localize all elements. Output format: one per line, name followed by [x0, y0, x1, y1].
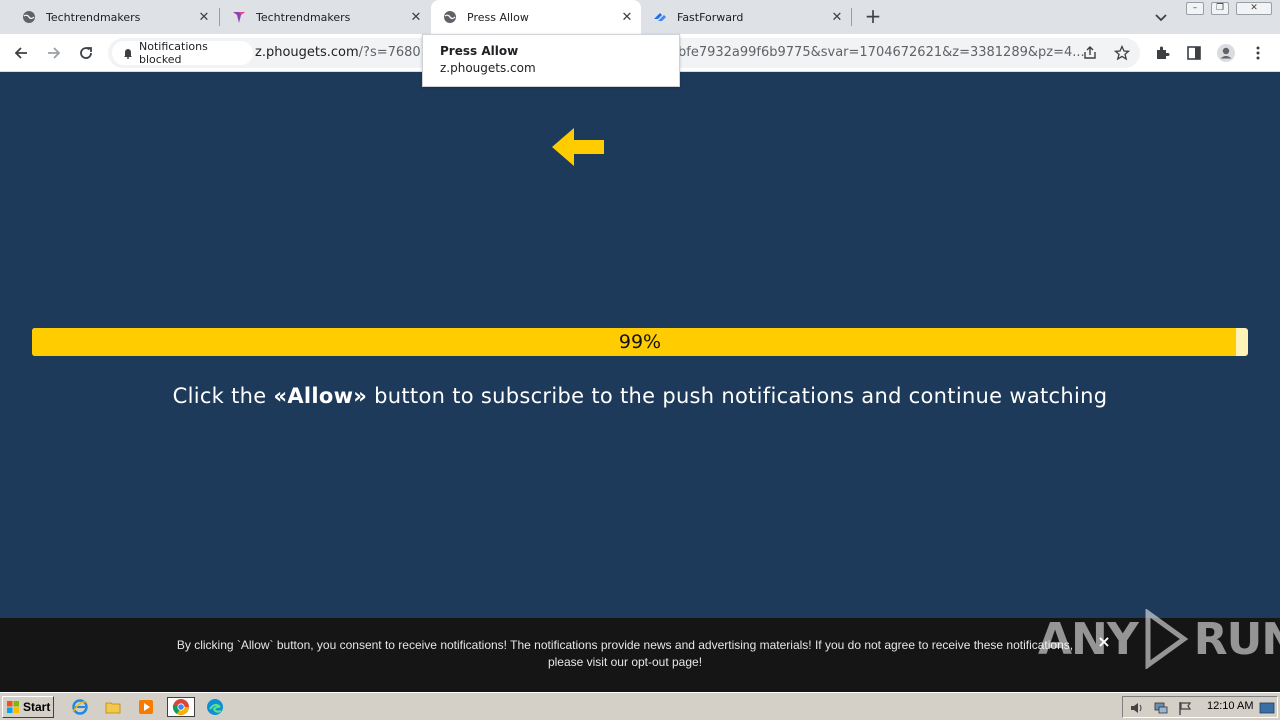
opt-out-link[interactable]: opt-out page	[631, 655, 698, 669]
consent-line-2-prefix: please visit our	[547, 655, 632, 669]
tab-press-allow[interactable]: Press Allow ✕	[431, 0, 641, 34]
watermark-left: ANY	[1038, 613, 1139, 665]
media-player-icon[interactable]	[135, 697, 157, 717]
restore-button[interactable]: ❐	[1211, 2, 1229, 15]
tab-separator	[851, 8, 852, 26]
globe-icon	[22, 10, 36, 24]
start-label: Start	[23, 700, 51, 714]
start-button[interactable]: Start	[2, 696, 54, 718]
tab-title: FastForward	[677, 10, 744, 24]
tab-title: Press Allow	[467, 10, 529, 24]
notifications-blocked-label: Notifications blocked	[139, 40, 208, 66]
back-button[interactable]	[10, 42, 32, 64]
tab-hover-tooltip: Press Allow z.phougets.com	[422, 34, 680, 87]
system-tray: 12:10 AM	[1122, 696, 1278, 718]
minimize-button[interactable]: –	[1186, 2, 1204, 15]
action-center-flag-icon[interactable]	[1177, 700, 1193, 720]
windows-flag-icon	[6, 700, 20, 714]
tab-techtrendmakers-2[interactable]: Techtrendmakers ✕	[210, 0, 430, 34]
bell-off-icon	[122, 47, 134, 59]
message-after: button to subscribe to the push notifica…	[367, 384, 1108, 408]
close-icon[interactable]: ✕	[619, 9, 635, 25]
tab-techtrendmakers-1[interactable]: Techtrendmakers ✕	[0, 0, 218, 34]
progress-bar: 99%	[32, 328, 1248, 356]
play-triangle-icon	[1145, 609, 1189, 669]
page-content: 99% Click the «Allow» button to subscrib…	[0, 72, 1280, 618]
t-logo-icon	[232, 10, 246, 24]
tooltip-title: Press Allow	[440, 44, 519, 58]
tab-search-chevron-icon[interactable]	[1152, 8, 1170, 26]
forward-button[interactable]	[43, 42, 65, 64]
url-tail: bfe7932a99f6b9775&svar=1704672621&z=3381…	[678, 45, 1085, 60]
internet-explorer-icon[interactable]	[69, 697, 91, 717]
tab-title: Techtrendmakers	[256, 10, 351, 24]
allow-instruction: Click the «Allow» button to subscribe to…	[0, 384, 1280, 408]
taskbar: Start 12:10 AM	[0, 692, 1280, 720]
watermark-right: RUN	[1193, 613, 1280, 665]
close-icon[interactable]: ✕	[408, 9, 424, 25]
url-host: z.phougets.com	[255, 45, 359, 60]
chrome-taskbar-icon[interactable]	[167, 697, 195, 717]
reload-button[interactable]	[75, 42, 97, 64]
globe-icon	[443, 10, 457, 24]
clock: 12:10 AM	[1207, 700, 1254, 712]
tab-title: Techtrendmakers	[46, 10, 141, 24]
tab-strip: Techtrendmakers ✕ Techtrendmakers ✕ Pres…	[0, 0, 1280, 34]
side-panel-icon[interactable]	[1183, 42, 1205, 64]
anyrun-watermark: ANY RUN	[1038, 608, 1280, 670]
file-explorer-icon[interactable]	[102, 697, 124, 717]
bookmark-star-icon[interactable]	[1111, 42, 1133, 64]
consent-line-1: By clicking `Allow` button, you consent …	[176, 638, 1074, 652]
url-text: z.phougets.com/?s=76801	[255, 45, 429, 60]
edge-icon[interactable]	[204, 697, 226, 717]
left-arrow-icon	[550, 126, 606, 168]
progress-label: 99%	[618, 331, 662, 353]
tab-fastforward[interactable]: FastForward ✕	[641, 0, 851, 34]
url-path: /?s=76801	[358, 45, 429, 60]
extensions-puzzle-icon[interactable]	[1151, 42, 1173, 64]
menu-kebab-icon[interactable]	[1247, 42, 1269, 64]
close-window-button[interactable]: ✕	[1236, 2, 1272, 15]
fastforward-icon	[653, 10, 667, 24]
consent-text: By clicking `Allow` button, you consent …	[150, 637, 1100, 671]
notifications-blocked-chip[interactable]: Notifications blocked	[112, 40, 253, 66]
show-desktop-icon[interactable]	[1259, 700, 1275, 720]
volume-icon[interactable]	[1129, 700, 1145, 720]
message-before: Click the	[172, 384, 274, 408]
new-tab-button[interactable]: +	[862, 6, 884, 28]
close-icon[interactable]: ✕	[829, 9, 845, 25]
screen: Techtrendmakers ✕ Techtrendmakers ✕ Pres…	[0, 0, 1280, 720]
tooltip-host: z.phougets.com	[440, 61, 536, 75]
profile-avatar-icon[interactable]	[1215, 42, 1237, 64]
share-icon[interactable]	[1079, 42, 1101, 64]
consent-line-2-suffix: !	[698, 655, 703, 669]
network-icon[interactable]	[1153, 700, 1169, 720]
message-allow: «Allow»	[273, 384, 368, 408]
